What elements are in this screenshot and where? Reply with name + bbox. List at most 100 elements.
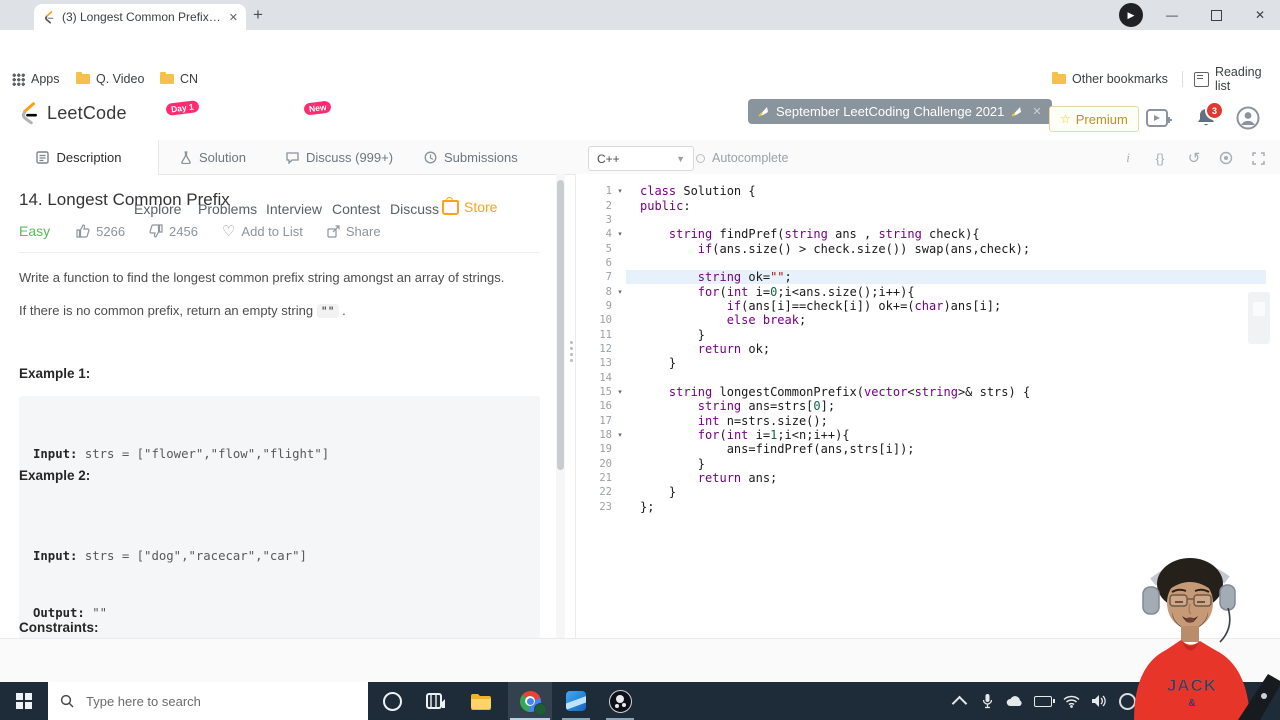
code-line[interactable]: 3 — [576, 213, 1266, 227]
reading-list[interactable]: Reading list — [1194, 65, 1280, 93]
taskbar-app-blue[interactable] — [556, 682, 596, 720]
tab-submissions[interactable]: Submissions — [424, 140, 518, 174]
code-text[interactable]: } — [626, 457, 1266, 471]
code-text[interactable]: for(int i=0;i<ans.size();i++){ — [626, 285, 1266, 299]
onedrive-tray-icon[interactable] — [1002, 682, 1028, 720]
fold-icon[interactable]: ▾ — [612, 431, 626, 439]
code-line[interactable]: 17 int n=strs.size(); — [576, 414, 1266, 428]
code-line[interactable]: 21 return ans; — [576, 471, 1266, 485]
window-close-button[interactable]: ✕ — [1240, 0, 1280, 30]
leetcode-logo[interactable]: LeetCode — [16, 101, 127, 125]
like-button[interactable]: 5266 — [76, 224, 125, 239]
code-text[interactable]: string ans=strs[0]; — [626, 399, 1266, 413]
code-line[interactable]: 7 string ok=""; — [576, 270, 1266, 285]
fold-icon[interactable]: ▾ — [612, 288, 626, 296]
bookmark-video-folder[interactable]: Q. Video — [76, 66, 144, 92]
code-line[interactable]: 23}; — [576, 500, 1266, 514]
code-line[interactable]: 15 ▾ string longestCommonPrefix(vector<st… — [576, 385, 1266, 399]
code-text[interactable]: return ok; — [626, 342, 1266, 356]
panel-resize-handle[interactable] — [570, 338, 574, 365]
other-bookmarks[interactable]: Other bookmarks — [1052, 66, 1168, 92]
code-text[interactable]: string ok=""; — [626, 270, 1266, 285]
reset-code-icon[interactable]: ↺ — [1184, 149, 1204, 167]
code-line[interactable]: 12 return ok; — [576, 342, 1266, 356]
code-text[interactable]: class Solution { — [626, 184, 1266, 198]
fold-icon[interactable]: ▾ — [612, 187, 626, 195]
code-line[interactable]: 18 ▾ for(int i=1;i<n;i++){ — [576, 428, 1266, 442]
code-text[interactable]: }; — [626, 500, 1266, 514]
code-text[interactable]: string longestCommonPrefix(vector<string… — [626, 385, 1266, 399]
new-tab-button[interactable]: + — [246, 3, 270, 27]
code-text[interactable]: if(ans.size() > check.size()) swap(ans,c… — [626, 242, 1266, 256]
code-line[interactable]: 1 ▾ class Solution { — [576, 184, 1266, 198]
taskbar-search[interactable] — [48, 682, 368, 720]
challenge-banner[interactable]: September LeetCoding Challenge 2021 ✕ — [748, 99, 1052, 124]
taskbar-app-obs[interactable] — [600, 682, 640, 720]
tray-icon-partial[interactable] — [1114, 682, 1140, 720]
scrollbar-thumb[interactable] — [557, 180, 564, 470]
code-text[interactable]: public: — [626, 199, 1266, 213]
code-text[interactable]: ans=findPref(ans,strs[i]); — [626, 442, 1266, 456]
tray-expand-icon[interactable] — [946, 682, 972, 720]
code-line[interactable]: 2 public: — [576, 198, 1266, 213]
nav-contest[interactable]: Contest — [332, 201, 380, 217]
search-input[interactable] — [84, 692, 328, 710]
titlebar-extension-icon[interactable]: ▶ — [1119, 3, 1143, 27]
dislike-button[interactable]: 2456 — [149, 224, 198, 239]
code-editor[interactable]: 1 ▾ class Solution {2 public: 3 4 ▾ string fin… — [576, 174, 1280, 638]
window-maximize-button[interactable] — [1196, 0, 1236, 30]
code-line[interactable]: 13 } — [576, 356, 1266, 370]
share-button[interactable]: Share — [327, 224, 381, 239]
code-text[interactable]: } — [626, 356, 1266, 370]
code-line[interactable]: 16 string ans=strs[0]; — [576, 399, 1266, 413]
volume-tray-icon[interactable] — [1086, 682, 1112, 720]
language-select[interactable]: C++ ▼ — [588, 146, 694, 171]
wifi-tray-icon[interactable] — [1058, 682, 1084, 720]
fold-icon[interactable]: ▾ — [612, 230, 626, 238]
tab-description[interactable]: Description — [0, 140, 159, 175]
taskbar-app-ring[interactable] — [372, 682, 412, 720]
code-line[interactable]: 14 — [576, 370, 1266, 384]
fold-icon[interactable]: ▾ — [612, 388, 626, 396]
code-line[interactable]: 8 ▾ for(int i=0;i<ans.size();i++){ — [576, 284, 1266, 299]
user-avatar[interactable] — [1236, 106, 1260, 130]
interview-prep-icon[interactable] — [1146, 109, 1172, 129]
bookmark-cn-folder[interactable]: CN — [160, 66, 198, 92]
code-text[interactable]: } — [626, 328, 1266, 342]
nav-store[interactable]: Store — [442, 196, 497, 215]
start-button[interactable] — [0, 682, 48, 720]
taskbar-app-file-explorer[interactable] — [460, 682, 500, 720]
editor-settings-icon[interactable] — [1216, 149, 1236, 167]
code-text[interactable]: if(ans[i]==check[i]) ok+=(char)ans[i]; — [626, 299, 1266, 313]
code-text[interactable]: else break; — [626, 313, 1266, 327]
fullscreen-icon[interactable] — [1248, 149, 1268, 167]
browser-tab[interactable]: (3) Longest Common Prefix - Le ✕ — [34, 4, 246, 30]
code-text[interactable]: } — [626, 485, 1266, 499]
taskbar-app-video-editor[interactable] — [416, 682, 456, 720]
code-line[interactable]: 20 } — [576, 457, 1266, 471]
code-text[interactable]: for(int i=1;i<n;i++){ — [626, 428, 1266, 442]
code-line[interactable]: 9 if(ans[i]==check[i]) ok+=(char)ans[i]; — [576, 299, 1266, 313]
code-line[interactable]: 6 — [576, 256, 1266, 270]
code-line[interactable]: 22 } — [576, 485, 1266, 499]
add-to-list-button[interactable]: ♡ Add to List — [222, 222, 303, 240]
code-line[interactable]: 11 } — [576, 327, 1266, 342]
autocomplete-toggle[interactable]: Autocomplete — [696, 151, 788, 165]
format-code-icon[interactable]: {} — [1150, 149, 1170, 167]
battery-tray-icon[interactable] — [1030, 682, 1056, 720]
tab-close-icon[interactable]: ✕ — [229, 11, 238, 24]
nav-interview[interactable]: Interview — [266, 201, 322, 217]
code-line[interactable]: 19 ans=findPref(ans,strs[i]); — [576, 442, 1266, 456]
code-line[interactable]: 10 else break; — [576, 313, 1266, 327]
code-line[interactable]: 4 ▾ string findPref(string ans , string c… — [576, 227, 1266, 241]
tab-discuss[interactable]: Discuss (999+) — [286, 140, 393, 174]
apps-shortcut[interactable]: Apps — [12, 66, 60, 92]
info-icon[interactable]: i — [1118, 149, 1138, 167]
nav-discuss[interactable]: Discuss — [390, 201, 439, 217]
banner-close-icon[interactable]: ✕ — [1032, 105, 1041, 118]
code-text[interactable]: int n=strs.size(); — [626, 414, 1266, 428]
premium-button[interactable]: ☆ Premium — [1049, 106, 1139, 132]
code-text[interactable]: string findPref(string ans , string chec… — [626, 227, 1266, 241]
code-line[interactable]: 5 if(ans.size() > check.size()) swap(ans… — [576, 241, 1266, 256]
tab-solution[interactable]: Solution — [180, 140, 246, 174]
